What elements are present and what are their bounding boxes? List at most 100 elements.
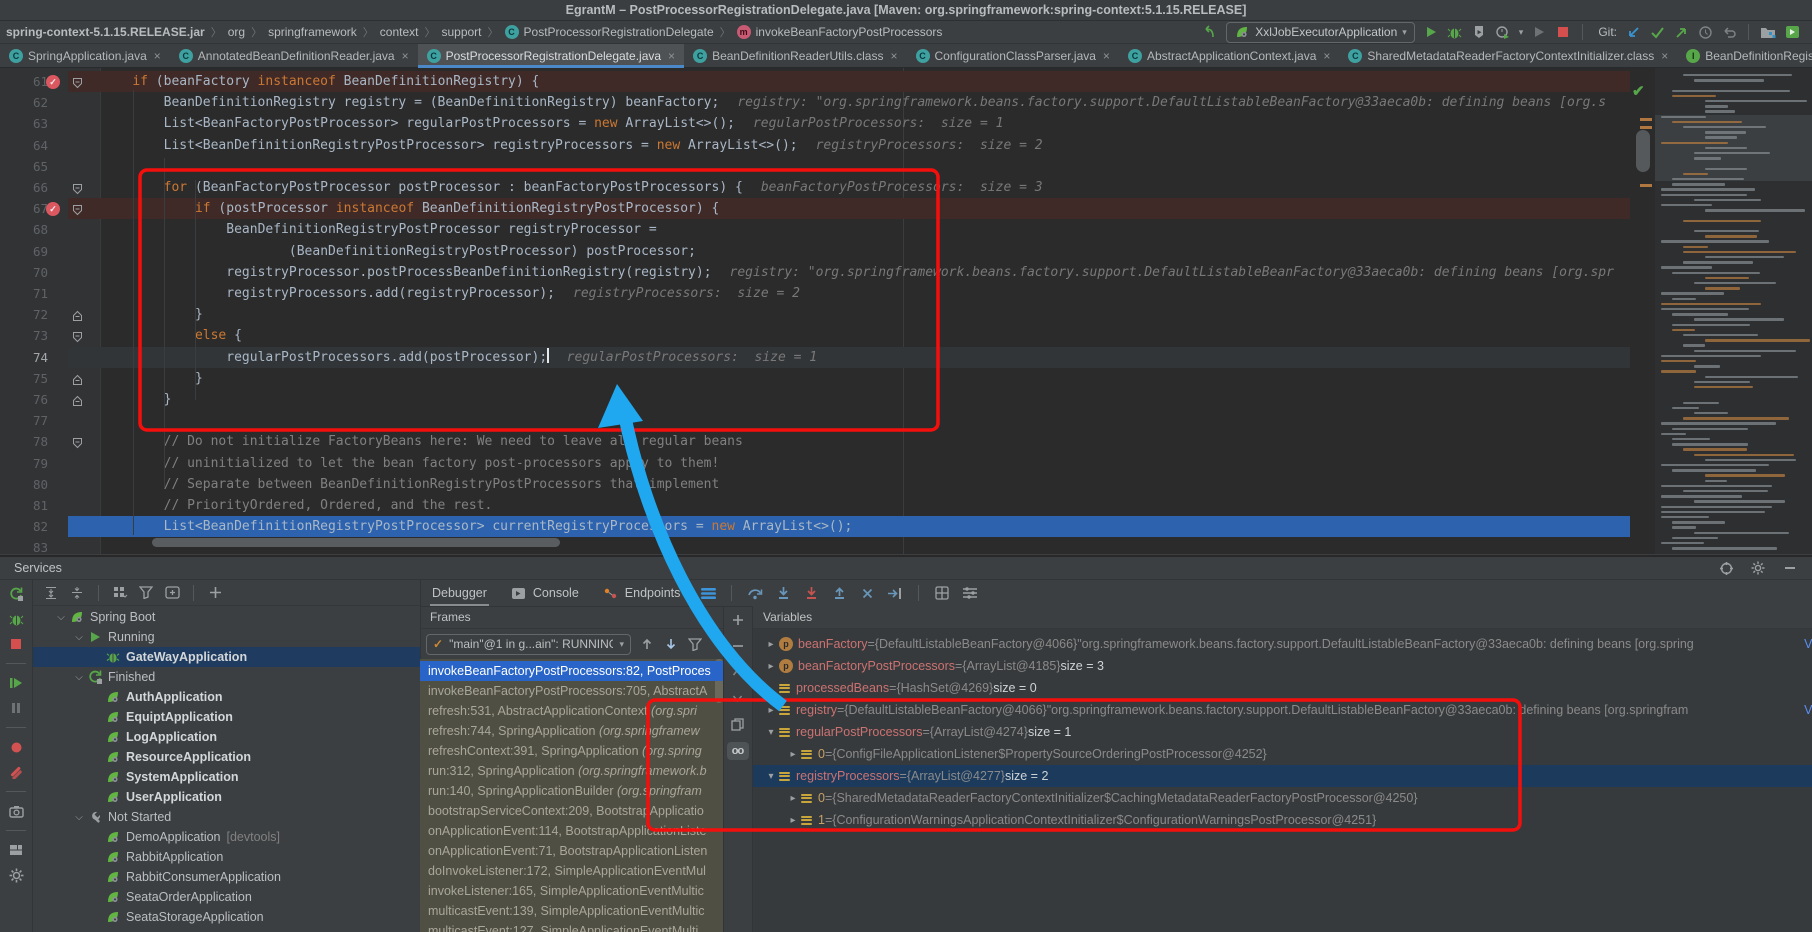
drop-frame-icon[interactable]: [859, 585, 875, 601]
chevron-down-icon[interactable]: ▾: [763, 727, 779, 738]
inspections-ok-icon[interactable]: ✔: [1632, 82, 1645, 100]
stack-frame-row[interactable]: multicastEvent:139, SimpleApplicationEve…: [420, 901, 723, 921]
service-item-ResourceApplication[interactable]: ResourceApplication: [33, 747, 421, 767]
chevron-down-icon[interactable]: ⌵: [53, 612, 69, 623]
service-item-SeataOrderApplication[interactable]: SeataOrderApplication: [33, 887, 421, 907]
minimize-window-icon[interactable]: [28, 4, 40, 16]
close-icon[interactable]: ×: [1661, 51, 1668, 61]
settings-gear-icon[interactable]: [8, 867, 24, 883]
tab-debugger[interactable]: Debugger: [420, 580, 499, 606]
add-service-icon[interactable]: [207, 585, 223, 601]
profiler-icon[interactable]: [1495, 24, 1511, 40]
collapse-all-icon[interactable]: [69, 585, 85, 601]
run-to-cursor-icon[interactable]: [887, 585, 903, 601]
variable-row-beanFactory[interactable]: ▸pbeanFactory = {DefaultListableBeanFact…: [753, 633, 1812, 655]
tab-endpoints[interactable]: Endpoints: [591, 580, 693, 606]
debug-icon[interactable]: [1447, 24, 1463, 40]
stack-frame-row[interactable]: run:312, SpringApplication (org.springfr…: [420, 761, 723, 781]
service-item-Finished[interactable]: ⌵Finished: [33, 667, 421, 687]
stack-frame-row[interactable]: doInvokeListener:172, SimpleApplicationE…: [420, 861, 723, 881]
history-icon[interactable]: [1697, 24, 1713, 40]
service-item-UserApplication[interactable]: UserApplication: [33, 787, 421, 807]
run-configuration-select[interactable]: XxlJobExecutorApplication▾: [1226, 22, 1415, 43]
menu-icon[interactable]: [700, 585, 716, 601]
breadcrumb-item[interactable]: org: [228, 25, 245, 39]
variable-row-0[interactable]: ▸0 = {ConfigFileApplicationListener$Prop…: [753, 743, 1812, 765]
variable-row-regularPostProcessors[interactable]: ▾regularPostProcessors = {ArrayList@4274…: [753, 721, 1812, 743]
horizontal-scrollbar[interactable]: [152, 538, 560, 547]
vertical-scrollbar[interactable]: [1636, 130, 1650, 172]
stack-frame-row[interactable]: bootstrapServiceContext:209, BootstrapAp…: [420, 801, 723, 821]
stack-frame-row[interactable]: onApplicationEvent:71, BootstrapApplicat…: [420, 841, 723, 861]
stack-frame-row[interactable]: onApplicationEvent:114, BootstrapApplica…: [420, 821, 723, 841]
close-icon[interactable]: ×: [1103, 51, 1110, 61]
down-icon[interactable]: [663, 636, 679, 652]
variable-row-registry[interactable]: ▸registry = {DefaultListableBeanFactory@…: [753, 699, 1812, 721]
pause-icon[interactable]: [8, 700, 24, 716]
chevron-right-icon[interactable]: ▸: [785, 815, 801, 826]
service-item-RabbitApplication[interactable]: RabbitApplication: [33, 847, 421, 867]
group-by-icon[interactable]: [112, 585, 128, 601]
chevron-down-icon[interactable]: ⌵: [71, 812, 87, 823]
editor-tab[interactable]: IBeanDefinitionRegistryP: [1677, 44, 1812, 67]
push-icon[interactable]: [1673, 24, 1689, 40]
code-editor[interactable]: 61✓if (beanFactory instanceof BeanDefini…: [0, 68, 1812, 554]
variable-row-registryProcessors[interactable]: ▾registryProcessors = {ArrayList@4277} s…: [753, 765, 1812, 787]
evaluate-icon[interactable]: [934, 585, 950, 601]
new-frame-icon[interactable]: [164, 585, 180, 601]
stack-frame-row[interactable]: run:140, SpringApplicationBuilder (org.s…: [420, 781, 723, 801]
profiler-chevron-icon[interactable]: ▾: [1519, 27, 1524, 38]
stack-frame-row[interactable]: refresh:744, SpringApplication (org.spri…: [420, 721, 723, 741]
maximize-window-icon[interactable]: [46, 4, 58, 16]
mute-breakpoints-icon[interactable]: [8, 764, 24, 780]
stack-frame-row[interactable]: invokeListener:165, SimpleApplicationEve…: [420, 881, 723, 901]
chevron-down-icon[interactable]: ▾: [763, 771, 779, 782]
editor-tab[interactable]: CAnnotatedBeanDefinitionReader.java×: [170, 44, 418, 67]
fold-marker-icon[interactable]: [72, 329, 84, 342]
view-breakpoints-icon[interactable]: [8, 739, 24, 755]
close-icon[interactable]: ×: [154, 51, 161, 61]
attach-icon[interactable]: [1531, 24, 1547, 40]
fold-marker-icon[interactable]: [72, 308, 84, 321]
thread-dropdown[interactable]: ✓"main"@1 in g...ain": RUNNING▾: [426, 634, 631, 655]
expand-all-icon[interactable]: [43, 585, 59, 601]
close-icon[interactable]: ×: [890, 51, 897, 61]
chevron-down-icon[interactable]: ⌵: [71, 672, 87, 683]
thread-dump-icon[interactable]: [8, 803, 24, 819]
view-options-icon[interactable]: [962, 585, 978, 601]
editor-tab[interactable]: CPostProcessorRegistrationDelegate.java×: [418, 44, 684, 67]
view-link[interactable]: Vie: [1804, 637, 1812, 651]
chevron-down-icon[interactable]: ⌵: [71, 632, 87, 643]
fold-marker-icon[interactable]: [72, 181, 84, 194]
fold-marker-icon[interactable]: [72, 75, 84, 88]
add-watch-icon[interactable]: [730, 612, 746, 628]
service-item-SystemApplication[interactable]: SystemApplication: [33, 767, 421, 787]
debug-icon[interactable]: [8, 611, 24, 627]
editor-tab[interactable]: CAbstractApplicationContext.java×: [1119, 44, 1339, 67]
changes-icon[interactable]: [1760, 24, 1776, 40]
stack-frame-row[interactable]: multicastEvent:127, SimpleApplicationEve…: [420, 921, 723, 932]
remove-watch-icon[interactable]: [730, 638, 746, 654]
close-icon[interactable]: ×: [402, 51, 409, 61]
service-item-AuthApplication[interactable]: AuthApplication: [33, 687, 421, 707]
view-link[interactable]: Vie: [1804, 703, 1812, 717]
force-step-into-icon[interactable]: [803, 585, 819, 601]
show-watches-icon[interactable]: oo: [727, 742, 749, 760]
chevron-right-icon[interactable]: ▸: [785, 749, 801, 760]
back-icon[interactable]: [1202, 24, 1218, 40]
up-icon[interactable]: [639, 636, 655, 652]
fold-marker-icon[interactable]: [72, 393, 84, 406]
fold-marker-icon[interactable]: [72, 372, 84, 385]
update-icon[interactable]: [1625, 24, 1641, 40]
variable-row-beanFactoryPostProcessors[interactable]: ▸pbeanFactoryPostProcessors = {ArrayList…: [753, 655, 1812, 677]
coverage-icon[interactable]: [1471, 24, 1487, 40]
chevron-right-icon[interactable]: ▸: [763, 639, 779, 650]
tab-console[interactable]: Console: [499, 580, 591, 606]
float-mode-icon[interactable]: [1718, 560, 1734, 576]
close-window-icon[interactable]: [10, 4, 22, 16]
duplicate-icon[interactable]: [730, 716, 746, 732]
run-icon[interactable]: [1423, 24, 1439, 40]
close-icon[interactable]: ×: [668, 51, 675, 61]
event-log-icon[interactable]: [1784, 24, 1800, 40]
breadcrumb-item[interactable]: spring-context-5.1.15.RELEASE.jar: [6, 25, 205, 39]
